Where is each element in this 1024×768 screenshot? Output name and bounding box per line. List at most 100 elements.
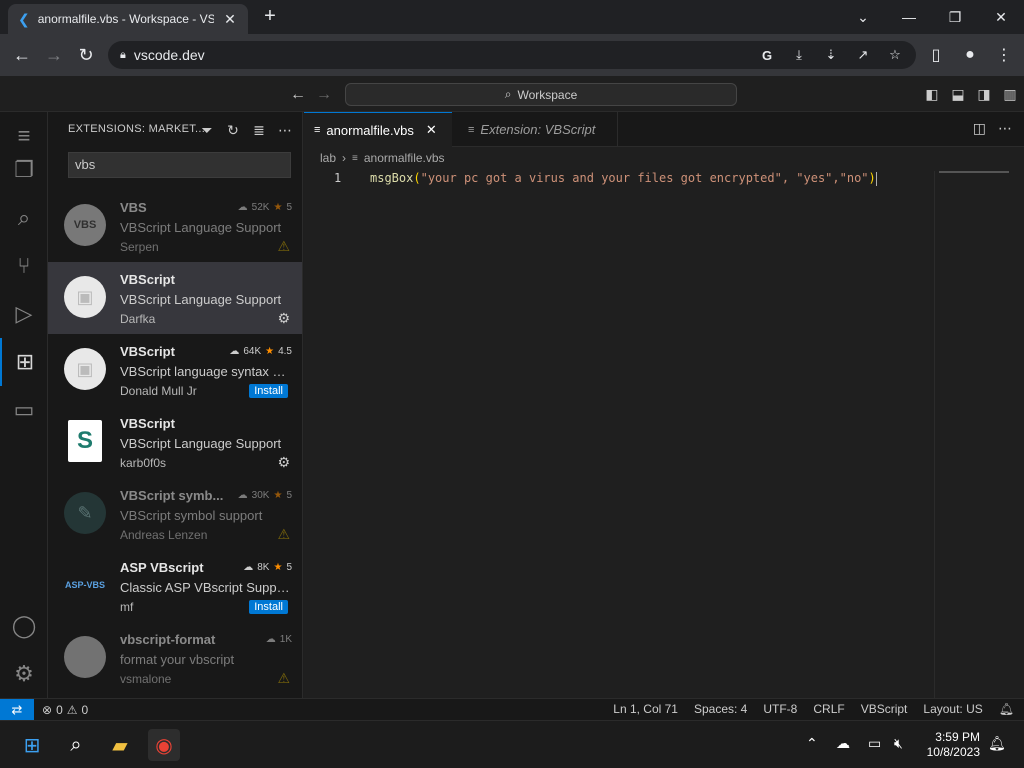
browser-tab-title: anormalfile.vbs - Workspace - VS Code [37,12,214,26]
extension-item[interactable]: VBS VBS ☁ 52K ★ 5 VBScript Language Support… [48,190,302,262]
split-editor-icon[interactable]: ◫ [973,120,986,137]
install-button[interactable]: Install [249,600,288,614]
extension-stats: ☁ 8K ★ 5 [243,562,292,573]
breadcrumb: lab › ≡ anormalfile.vbs [320,151,445,165]
extension-item[interactable]: ✎ VBScript symb... ☁ 30K ★ 5 VBScript symbo… [48,478,302,550]
bookmark-star-icon[interactable]: ☆ [884,44,906,66]
back-arrow-icon[interactable]: ← [6,39,38,71]
code-line[interactable]: msgBox("your pc got a virus and your fil… [370,171,877,186]
tab-search-icon[interactable]: ⌄ [840,0,886,34]
warning-icon: ⚠ [66,702,78,717]
address-bar[interactable]: 🔒︎ vscode.dev G ⤓ ⇣ ↗ ☆ [108,41,916,69]
search-icon[interactable]: ⌕ [0,194,48,242]
extension-item[interactable]: ▣ VBScript VBScript Language Support Dar… [48,262,302,334]
cursor-position[interactable]: Ln 1, Col 71 [613,702,678,716]
explorer-icon[interactable]: ❐ [0,146,48,194]
extensions-icon[interactable]: ⊞ [0,338,48,386]
extension-description: VBScript Language Support [120,436,282,451]
profile-icon[interactable]: ● [956,39,984,71]
notifications-bell-icon[interactable]: 🔔︎ [999,702,1014,716]
go-back-icon[interactable]: ← [290,86,306,104]
network-icon[interactable]: ▭ [868,735,881,752]
code-args: "your pc got a virus and your files got … [420,171,869,185]
manage-gear-icon[interactable]: ⚙ [277,310,290,327]
new-tab-button[interactable]: + [258,6,282,28]
remote-indicator-icon[interactable]: ⇄ [0,698,34,721]
refresh-icon[interactable]: ↻ [224,120,242,140]
extension-name: VBScript [120,272,175,287]
browser-tab[interactable]: ❮ anormalfile.vbs - Workspace - VS Code … [8,4,248,34]
cloud-download-icon: ☁ [243,562,254,573]
settings-gear-icon[interactable]: ⚙ [0,650,48,698]
extension-publisher: Donald Mull Jr [120,384,197,398]
close-window-button[interactable]: ✕ [978,0,1024,34]
problems-indicator[interactable]: ⊗ 0 ⚠ 0 [42,703,88,717]
onedrive-icon[interactable]: ☁ [836,735,850,752]
extension-name: VBScript symb... [120,488,224,503]
close-icon[interactable]: ✕ [426,122,437,138]
reload-icon[interactable]: ↻ [70,39,102,71]
search-icon: ⌕ [504,87,512,101]
filter-icon[interactable]: ⏷ [198,120,216,140]
minimap[interactable] [934,171,1024,698]
download-icon[interactable]: ⇣ [820,44,842,66]
share-icon[interactable]: ↗ [852,44,874,66]
more-actions-icon[interactable]: ⋯ [998,120,1012,137]
notifications-bell-icon[interactable]: 🔔︎ [988,735,1006,752]
toggle-panel-icon[interactable]: ⬓ [948,84,968,104]
file-icon: ≡ [352,152,358,164]
menu-icon[interactable]: ⋮ [990,39,1018,71]
download-count: 8K [257,562,270,573]
extension-item[interactable]: S VBScript VBScript Language Support kar… [48,406,302,478]
breadcrumb-file[interactable]: anormalfile.vbs [364,151,445,165]
source-control-icon[interactable]: ⑂ [0,242,48,290]
customize-layout-icon[interactable]: ▥ [1000,84,1020,104]
warning-icon: ⚠ [277,238,290,254]
encoding[interactable]: UTF-8 [763,702,797,716]
manage-gear-icon[interactable]: ⚙ [277,454,290,471]
forward-arrow-icon[interactable]: → [38,39,70,71]
volume-muted-icon[interactable]: 🔇︎ [894,735,903,752]
chrome-icon[interactable]: ◉ [148,729,180,761]
clear-icon[interactable]: ≣ [250,120,268,140]
extension-item[interactable]: ASP-VBS ASP VBscript ☁ 8K ★ 5 Classic ASP V… [48,550,302,622]
command-center-label: Workspace [517,87,578,102]
clock-date: 10/8/2023 [926,745,980,759]
remote-explorer-icon[interactable]: ▭ [0,386,48,434]
tab-anormalfile[interactable]: ≡ anormalfile.vbs ✕ [304,112,452,147]
minimap-line [939,171,1009,173]
extensions-search-input[interactable]: vbs [68,152,291,178]
extension-item[interactable]: vbscript-format ☁ 1K format your vbscript… [48,622,302,694]
command-center[interactable]: ⌕ Workspace [345,83,737,106]
chevron-up-icon[interactable]: ⌃ [806,735,818,752]
more-actions-icon[interactable]: ⋯ [276,120,294,140]
editor[interactable]: lab › ≡ anormalfile.vbs 1 msgBox("your p… [304,147,1024,698]
breadcrumb-folder[interactable]: lab [320,151,336,165]
extension-publisher: Andreas Lenzen [120,528,208,542]
star-icon: ★ [265,346,275,357]
extension-item[interactable]: ▣ VBScript ☁ 64K ★ 4.5 VBScript language sy… [48,334,302,406]
google-icon[interactable]: G [756,44,778,66]
extension-description: VBScript symbol support [120,508,263,523]
run-debug-icon[interactable]: ▷ [0,290,48,338]
tab-extension-vbscript[interactable]: ≡ Extension: VBScript [458,112,618,147]
file-explorer-icon[interactable]: ▰ [104,729,136,761]
close-tab-icon[interactable]: ✕ [222,11,238,28]
indentation[interactable]: Spaces: 4 [694,702,747,716]
language-mode[interactable]: VBScript [861,702,908,716]
warning-count: 0 [81,702,89,717]
line-ending[interactable]: CRLF [813,702,844,716]
toggle-secondary-sidebar-icon[interactable]: ◨ [974,84,994,104]
toggle-primary-sidebar-icon[interactable]: ◧ [922,84,942,104]
restore-button[interactable]: ❐ [932,0,978,34]
start-windows-icon[interactable]: ⊞ [16,729,48,761]
system-clock[interactable]: 3:59 PM 10/8/2023 [927,730,980,760]
accounts-icon[interactable]: ◯ [0,602,48,650]
go-forward-icon[interactable]: → [316,86,332,104]
keyboard-layout[interactable]: Layout: US [923,702,982,716]
search-icon[interactable]: ⌕ [60,729,92,761]
install-button[interactable]: Install [249,384,288,398]
side-panel-icon[interactable]: ▯ [922,39,950,71]
install-app-icon[interactable]: ⤓ [788,44,810,66]
minimize-button[interactable]: — [886,0,932,34]
